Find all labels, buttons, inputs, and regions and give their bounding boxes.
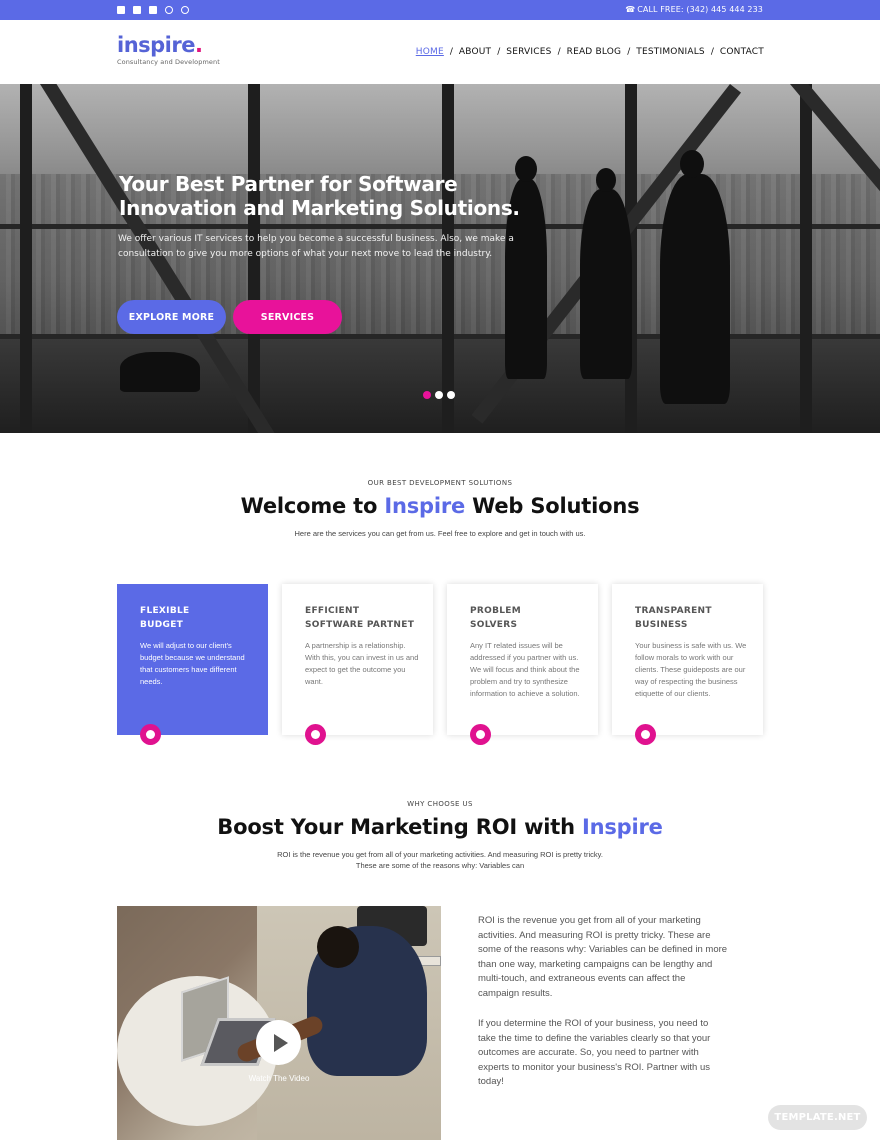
service-card-efficient-software-partner[interactable]: EFFICIENT SOFTWARE PARTNET A partnership … bbox=[282, 584, 433, 745]
social-links bbox=[117, 6, 189, 14]
hero-title: Your Best Partner for Software Innovatio… bbox=[119, 172, 539, 220]
roi-paragraph-1: ROI is the revenue you get from all of y… bbox=[478, 915, 728, 999]
service-card-flexible-budget[interactable]: FLEXIBLE BUDGET We will adjust to our cli… bbox=[117, 584, 268, 745]
slider-dots bbox=[423, 391, 455, 399]
facebook-icon[interactable] bbox=[117, 6, 125, 14]
instagram-icon[interactable] bbox=[181, 6, 189, 14]
top-bar: ☎ CALL FREE: (342) 445 444 233 bbox=[0, 0, 880, 20]
site-header: inspire. Consultancy and Development HOM… bbox=[0, 20, 880, 84]
service-card-transparent-business[interactable]: TRANSPARENT BUSINESS Your business is saf… bbox=[612, 584, 763, 745]
hero-sky bbox=[0, 84, 880, 174]
title-accent: Inspire bbox=[581, 815, 663, 839]
card-title-line: BUDGET bbox=[140, 620, 184, 630]
card-text: We will adjust to our client's budget be… bbox=[140, 641, 245, 686]
nav-separator: / bbox=[449, 47, 453, 57]
nav-services[interactable]: SERVICES bbox=[506, 47, 551, 57]
hero-title-line2: Innovation and Marketing Solutions. bbox=[119, 196, 520, 220]
logo-tagline: Consultancy and Development bbox=[117, 58, 220, 66]
hero-title-line1: Your Best Partner for Software bbox=[119, 172, 458, 196]
ring-icon bbox=[305, 724, 326, 745]
nav-separator: / bbox=[710, 47, 714, 57]
card-title-line: SOFTWARE PARTNET bbox=[305, 620, 415, 630]
card-title-line: FLEXIBLE bbox=[140, 606, 190, 616]
explore-more-button[interactable]: EXPLORE MORE bbox=[117, 300, 226, 334]
pinterest-icon[interactable] bbox=[165, 6, 173, 14]
card-title-line: PROBLEM bbox=[470, 606, 521, 616]
phone-icon: ☎ bbox=[625, 4, 636, 14]
title-accent: Inspire bbox=[384, 494, 466, 518]
solutions-label: OUR BEST DEVELOPMENT SOLUTIONS bbox=[367, 479, 513, 487]
window-frame bbox=[20, 84, 32, 433]
slider-dot-3[interactable] bbox=[447, 391, 455, 399]
title-part: Welcome to bbox=[240, 494, 385, 518]
card-title: EFFICIENT SOFTWARE PARTNET bbox=[305, 604, 425, 632]
logo-dot: . bbox=[194, 33, 203, 57]
title-part: Boost Your Marketing ROI with bbox=[217, 815, 582, 839]
nav-separator: / bbox=[497, 47, 501, 57]
service-card-problem-solvers[interactable]: PROBLEM SOLVERS Any IT related issues wil… bbox=[447, 584, 598, 745]
title-part: Web Solutions bbox=[465, 494, 640, 518]
template-watermark: TEMPLATE.NET bbox=[768, 1105, 867, 1130]
roi-paragraph-2: If you determine the ROI of your busines… bbox=[478, 1018, 711, 1088]
slider-dot-1[interactable] bbox=[423, 391, 431, 399]
card-text: Your business is safe with us. We follow… bbox=[635, 641, 747, 698]
card-text: Any IT related issues will be addressed … bbox=[470, 641, 580, 698]
call-free-label: CALL FREE: (342) 445 444 233 bbox=[637, 5, 763, 14]
logo-wordmark: inspire. bbox=[117, 33, 220, 57]
nav-home[interactable]: HOME bbox=[416, 47, 444, 57]
logo[interactable]: inspire. Consultancy and Development bbox=[117, 33, 220, 66]
linkedin-icon[interactable] bbox=[149, 6, 157, 14]
twitter-icon[interactable] bbox=[133, 6, 141, 14]
slider-dot-2[interactable] bbox=[435, 391, 443, 399]
video-thumbnail[interactable]: Watch The Video bbox=[117, 906, 441, 1140]
nav-read-blog[interactable]: READ BLOG bbox=[567, 47, 622, 57]
nav-separator: / bbox=[627, 47, 631, 57]
logo-text: inspire bbox=[117, 33, 195, 57]
nav-about[interactable]: ABOUT bbox=[459, 47, 491, 57]
services-button[interactable]: SERVICES bbox=[233, 300, 342, 334]
window-frame bbox=[800, 84, 812, 433]
solutions-title: Welcome to Inspire Web Solutions bbox=[0, 494, 880, 518]
ring-icon bbox=[635, 724, 656, 745]
ring-icon bbox=[140, 724, 161, 745]
card-title-line: SOLVERS bbox=[470, 620, 518, 630]
card-title: TRANSPARENT BUSINESS bbox=[635, 604, 755, 632]
card-text: A partnership is a relationship. With th… bbox=[305, 641, 419, 686]
bag-silhouette bbox=[120, 352, 200, 392]
video-image-person-head bbox=[317, 926, 359, 968]
play-icon bbox=[273, 1033, 288, 1052]
person-silhouette bbox=[580, 189, 632, 379]
window-frame bbox=[0, 334, 880, 339]
hero-subtitle: We offer various IT services to help you… bbox=[118, 234, 514, 259]
play-button[interactable] bbox=[256, 1020, 301, 1065]
nav-contact[interactable]: CONTACT bbox=[720, 47, 764, 57]
nav-testimonials[interactable]: TESTIMONIALS bbox=[636, 47, 705, 57]
why-description: ROI is the revenue you get from all of y… bbox=[277, 850, 603, 870]
person-silhouette bbox=[660, 174, 730, 404]
person-silhouette bbox=[680, 150, 704, 178]
solutions-description: Here are the services you can get from u… bbox=[294, 529, 586, 538]
card-title: FLEXIBLE BUDGET bbox=[140, 604, 260, 632]
card-title-line: EFFICIENT bbox=[305, 606, 360, 616]
why-title: Boost Your Marketing ROI with Inspire bbox=[0, 815, 880, 839]
main-nav: HOME / ABOUT / SERVICES / READ BLOG / TE… bbox=[416, 47, 764, 57]
card-title-line: TRANSPARENT bbox=[635, 606, 712, 616]
watch-video-label: Watch The Video bbox=[248, 1074, 310, 1083]
card-title-line: BUSINESS bbox=[635, 620, 688, 630]
person-silhouette bbox=[596, 168, 616, 192]
nav-separator: / bbox=[557, 47, 561, 57]
call-free[interactable]: ☎ CALL FREE: (342) 445 444 233 bbox=[625, 5, 763, 14]
ring-icon bbox=[470, 724, 491, 745]
card-title: PROBLEM SOLVERS bbox=[470, 604, 590, 632]
why-label: WHY CHOOSE US bbox=[407, 800, 473, 808]
hero-slider: Your Best Partner for Software Innovatio… bbox=[0, 84, 880, 433]
